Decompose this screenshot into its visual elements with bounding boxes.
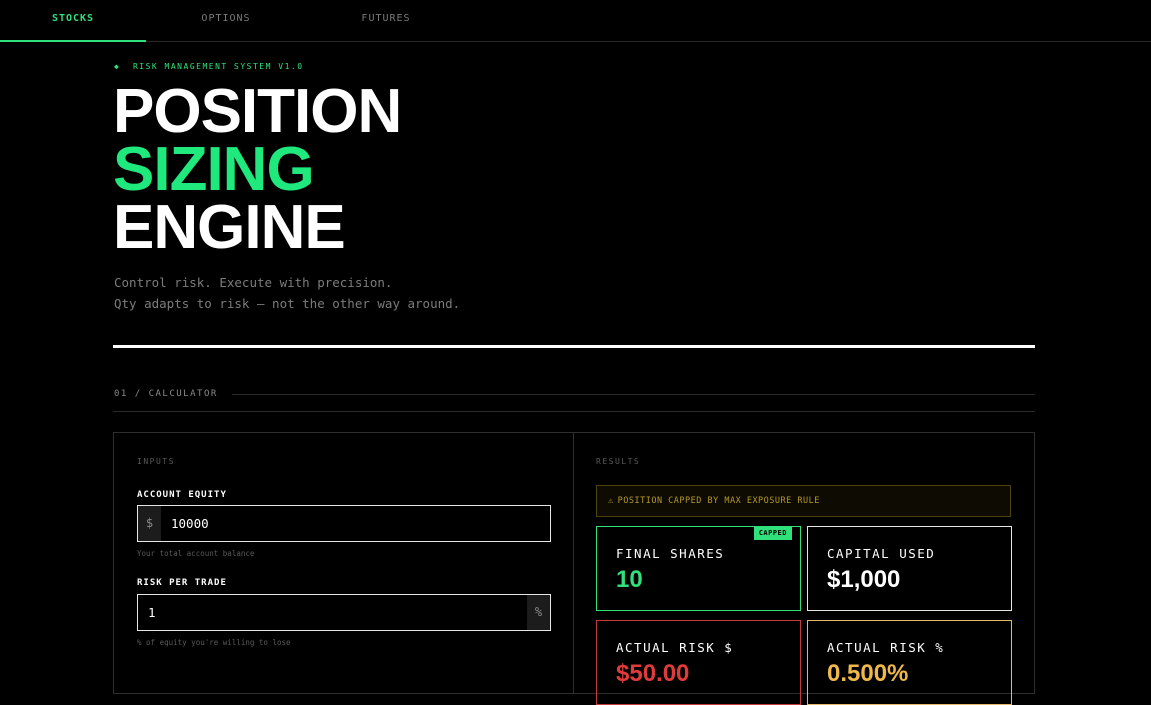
actual-risk-usd-label: ACTUAL RISK $ [616, 640, 734, 655]
title-line-position: POSITION [113, 77, 402, 146]
actual-risk-pct-card: ACTUAL RISK % 0.500% [807, 620, 1012, 705]
final-shares-label: FINAL SHARES [616, 546, 725, 561]
risk-per-trade-field[interactable]: 1 % [137, 594, 551, 631]
panel-divider [573, 433, 574, 693]
warning-triangle-icon: ⚠ [608, 496, 614, 506]
section-underline [113, 411, 1035, 412]
tab-stocks[interactable]: STOCKS [0, 0, 146, 42]
title-line-engine: ENGINE [113, 193, 346, 262]
tab-futures[interactable]: FUTURES [313, 0, 459, 40]
inputs-label: INPUTS [137, 457, 175, 466]
actual-risk-pct-label: ACTUAL RISK % [827, 640, 945, 655]
risk-per-trade-label: RISK PER TRADE [137, 578, 227, 588]
final-shares-value: 10 [616, 566, 643, 593]
account-equity-label: ACCOUNT EQUITY [137, 490, 227, 500]
results-label: RESULTS [596, 457, 641, 466]
capped-warning-banner: ⚠ POSITION CAPPED BY MAX EXPOSURE RULE [596, 485, 1011, 517]
tab-options[interactable]: OPTIONS [153, 0, 299, 40]
section-label: 01 / CALCULATOR [114, 389, 218, 399]
capital-used-value: $1,000 [827, 566, 901, 593]
hero-divider [113, 345, 1035, 348]
subtitle-line-2: Qty adapts to risk — not the other way a… [114, 296, 461, 311]
warning-text: POSITION CAPPED BY MAX EXPOSURE RULE [617, 496, 820, 506]
account-equity-hint: Your total account balance [137, 549, 255, 558]
actual-risk-usd-card: ACTUAL RISK $ $50.00 [596, 620, 801, 705]
capital-used-card: CAPITAL USED $1,000 [807, 526, 1012, 611]
capital-used-label: CAPITAL USED [827, 546, 936, 561]
capped-badge: CAPPED [753, 526, 792, 540]
system-kicker: ◆ RISK MANAGEMENT SYSTEM V1.0 [114, 62, 304, 71]
calculator-panel: INPUTS ACCOUNT EQUITY $ 10000 Your total… [113, 432, 1035, 705]
account-equity-field[interactable]: $ 10000 [137, 505, 551, 542]
final-shares-card: CAPPED FINAL SHARES 10 [596, 526, 801, 611]
diamond-icon: ◆ [114, 62, 121, 71]
subtitle-line-1: Control risk. Execute with precision. [114, 275, 393, 290]
kicker-text: RISK MANAGEMENT SYSTEM V1.0 [132, 62, 304, 71]
risk-per-trade-hint: % of equity you're willing to lose [137, 638, 291, 647]
section-line [232, 394, 1035, 395]
title-line-sizing: SIZING [113, 135, 315, 204]
percent-suffix: % [527, 595, 550, 630]
actual-risk-pct-value: 0.500% [827, 660, 909, 687]
risk-per-trade-input[interactable]: 1 [148, 595, 156, 630]
account-equity-input[interactable]: 10000 [171, 506, 209, 541]
actual-risk-usd-value: $50.00 [616, 660, 690, 687]
asset-class-tabs: STOCKS OPTIONS FUTURES [0, 0, 1151, 42]
dollar-prefix: $ [138, 506, 161, 541]
